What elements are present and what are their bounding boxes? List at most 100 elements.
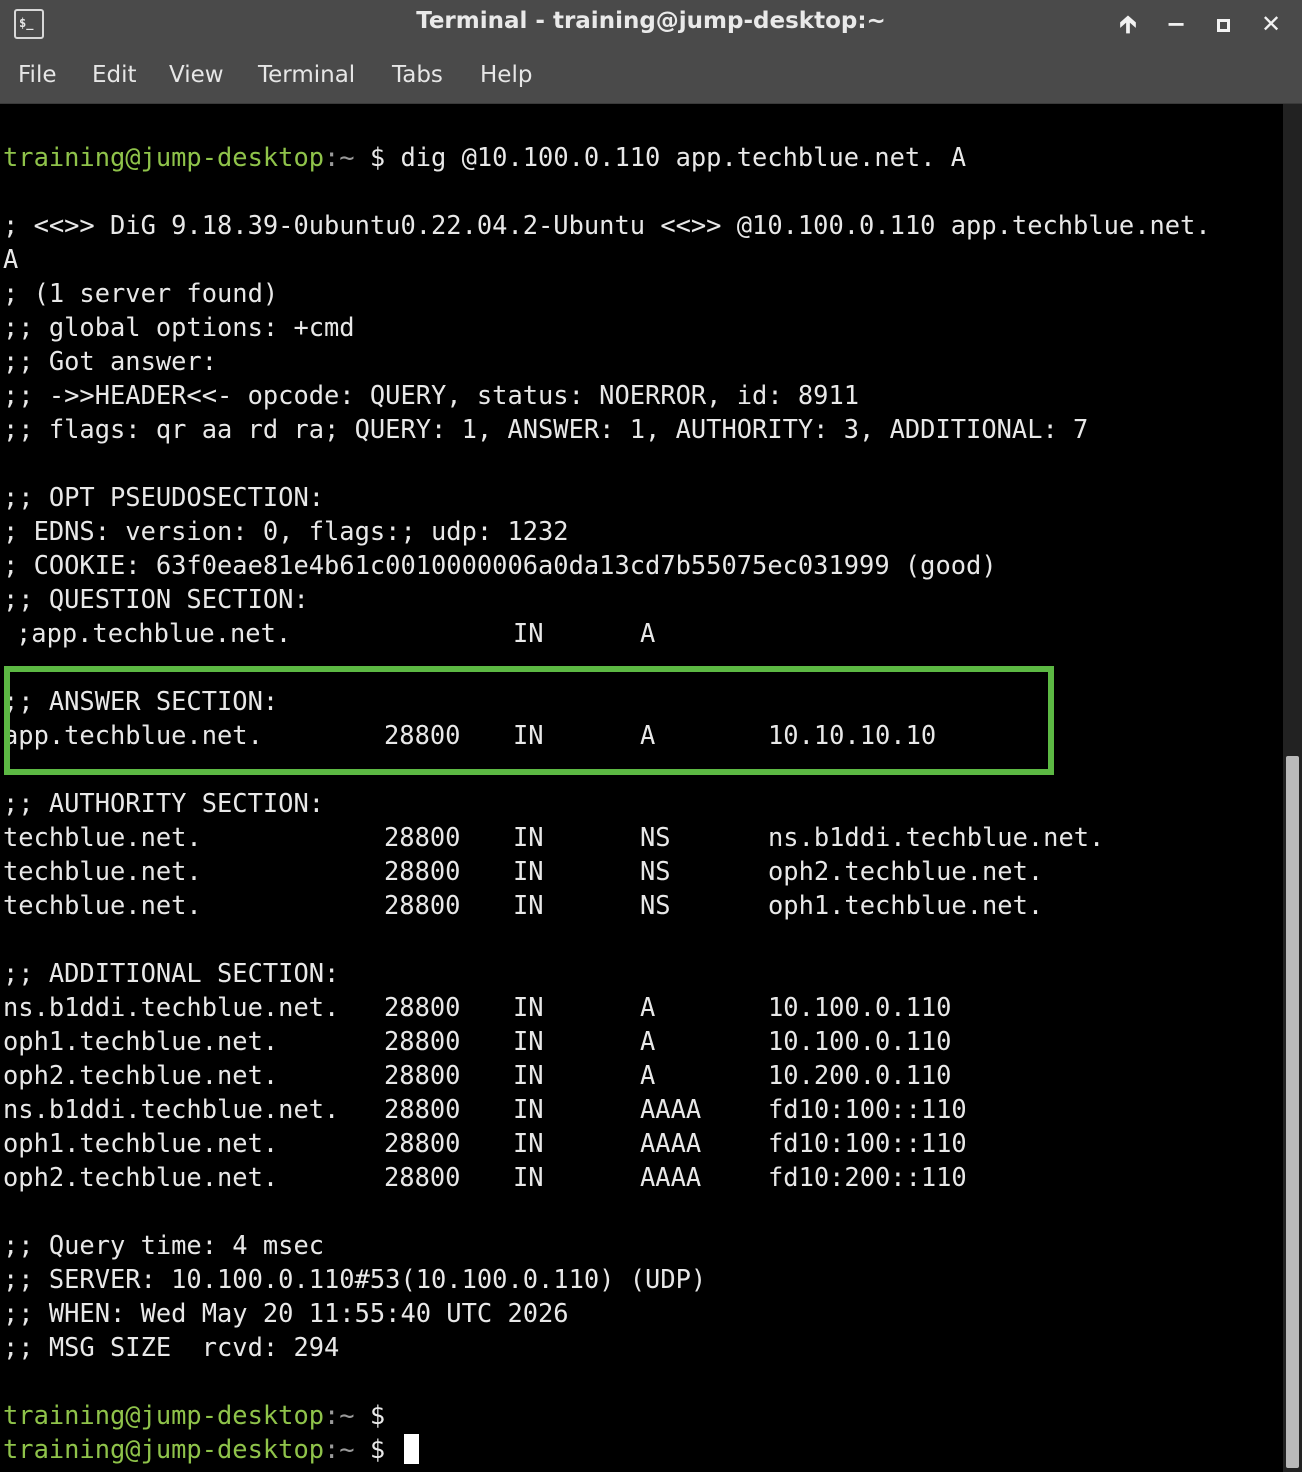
answer-highlight-box	[4, 666, 1054, 775]
record-class: IN	[513, 890, 544, 920]
authority-record: techblue.net. 28800 IN NS oph2.techblue.…	[3, 854, 1203, 888]
record-class: IN	[513, 822, 544, 852]
record-name: ns.b1ddi.techblue.net.	[3, 992, 340, 1022]
additional-record: ns.b1ddi.techblue.net. 28800 IN A 10.100…	[3, 990, 1203, 1024]
opt-section-header: ;; OPT PSEUDOSECTION:	[3, 482, 325, 512]
minimize-icon[interactable]: −	[1158, 6, 1194, 42]
flags-line: ;; flags: qr aa rd ra; QUERY: 1, ANSWER:…	[3, 414, 1089, 444]
title-bar: $_ Terminal - training@jump-desktop:~ 🡱 …	[0, 0, 1302, 50]
record-class: IN	[513, 1026, 544, 1056]
menu-help[interactable]: Help	[480, 62, 532, 88]
record-data: 10.100.0.110	[768, 992, 952, 1022]
prompt-user: training@jump-desktop	[3, 1400, 325, 1430]
command-text: dig @10.100.0.110 app.techblue.net. A	[400, 142, 967, 172]
record-name: oph1.techblue.net.	[3, 1128, 279, 1158]
record-ttl: 28800	[384, 822, 461, 852]
question-section-header: ;; QUESTION SECTION:	[3, 584, 309, 614]
record-name: oph2.techblue.net.	[3, 1162, 279, 1192]
record-data: 10.200.0.110	[768, 1060, 952, 1090]
record-name: ;app.techblue.net.	[16, 618, 292, 648]
record-ttl: 28800	[384, 1094, 461, 1124]
record-class: IN	[513, 1060, 544, 1090]
record-data: fd10:100::110	[768, 1128, 967, 1158]
prompt-symbol: $	[354, 1400, 401, 1430]
record-name: oph1.techblue.net.	[3, 1026, 279, 1056]
record-class: IN	[513, 856, 544, 886]
record-class: IN	[513, 992, 544, 1022]
menu-edit[interactable]: Edit	[92, 62, 137, 88]
additional-section-header: ;; ADDITIONAL SECTION:	[3, 958, 340, 988]
record-ttl: 28800	[384, 1128, 461, 1158]
prompt-cwd: :~	[324, 142, 355, 172]
record-data: fd10:100::110	[768, 1094, 967, 1124]
prompt-symbol: $	[354, 142, 401, 172]
record-ttl: 28800	[384, 1162, 461, 1192]
edns-line: ; EDNS: version: 0, flags:; udp: 1232	[3, 516, 569, 546]
authority-record: techblue.net. 28800 IN NS oph1.techblue.…	[3, 888, 1203, 922]
prompt-user: training@jump-desktop	[3, 142, 325, 172]
window-title: Terminal - training@jump-desktop:~	[416, 8, 886, 34]
record-type: AAAA	[640, 1128, 702, 1158]
got-answer-line: ;; Got answer:	[3, 346, 218, 376]
record-data: fd10:200::110	[768, 1162, 967, 1192]
record-ttl: 28800	[384, 992, 461, 1022]
close-icon[interactable]: ✕	[1253, 6, 1289, 42]
record-data: 10.100.0.110	[768, 1026, 952, 1056]
additional-record: oph2.techblue.net. 28800 IN AAAA fd10:20…	[3, 1160, 1203, 1194]
active-prompt-line[interactable]: training@jump-desktop:~ $	[3, 1432, 420, 1466]
question-record: ;app.techblue.net. IN A	[3, 616, 1203, 650]
additional-record: ns.b1ddi.techblue.net. 28800 IN AAAA fd1…	[3, 1092, 1203, 1126]
record-class: IN	[513, 618, 544, 648]
authority-section-header: ;; AUTHORITY SECTION:	[3, 788, 325, 818]
global-options-line: ;; global options: +cmd	[3, 312, 355, 342]
prompt-symbol: $	[354, 1434, 401, 1464]
record-type: AAAA	[640, 1162, 702, 1192]
up-arrow-icon[interactable]: 🡱	[1110, 6, 1146, 42]
record-ttl: 28800	[384, 856, 461, 886]
msg-size-line: ;; MSG SIZE rcvd: 294	[3, 1332, 340, 1362]
record-name: techblue.net.	[3, 890, 202, 920]
scrollbar[interactable]	[1283, 104, 1302, 1472]
record-type: NS	[640, 822, 671, 852]
terminal-output[interactable]: training@jump-desktop:~ $ dig @10.100.0.…	[0, 104, 1283, 1472]
prompt-user: training@jump-desktop	[3, 1434, 325, 1464]
text-cursor	[404, 1434, 420, 1464]
record-ttl: 28800	[384, 890, 461, 920]
record-ttl: 28800	[384, 1026, 461, 1056]
menu-bar: File Edit View Terminal Tabs Help	[0, 50, 1302, 104]
menu-view[interactable]: View	[169, 62, 224, 88]
record-type: A	[640, 1060, 656, 1090]
prompt-cwd: :~	[324, 1434, 355, 1464]
banner-line: ; <<>> DiG 9.18.39-0ubuntu0.22.04.2-Ubun…	[3, 210, 1211, 240]
query-time-line: ;; Query time: 4 msec	[3, 1230, 325, 1260]
record-class: IN	[513, 1094, 544, 1124]
menu-terminal[interactable]: Terminal	[258, 62, 355, 88]
record-type: AAAA	[640, 1094, 702, 1124]
servers-line: ; (1 server found)	[3, 278, 279, 308]
record-class: IN	[513, 1128, 544, 1158]
menu-file[interactable]: File	[18, 62, 57, 88]
record-type: A	[640, 992, 656, 1022]
scrollbar-thumb[interactable]	[1286, 756, 1299, 1468]
menu-tabs[interactable]: Tabs	[392, 62, 443, 88]
server-line: ;; SERVER: 10.100.0.110#53(10.100.0.110)…	[3, 1264, 707, 1294]
record-name: techblue.net.	[3, 856, 202, 886]
cookie-line: ; COOKIE: 63f0eae81e4b61c0010000006a0da1…	[3, 550, 997, 580]
record-data: oph2.techblue.net.	[768, 856, 1044, 886]
record-type: A	[640, 618, 656, 648]
prompt-line: training@jump-desktop:~ $	[3, 1398, 400, 1432]
record-type: NS	[640, 856, 671, 886]
record-name: oph2.techblue.net.	[3, 1060, 279, 1090]
authority-record: techblue.net. 28800 IN NS ns.b1ddi.techb…	[3, 820, 1203, 854]
prompt-cwd: :~	[324, 1400, 355, 1430]
additional-record: oph1.techblue.net. 28800 IN A 10.100.0.1…	[3, 1024, 1203, 1058]
maximize-icon[interactable]	[1205, 6, 1241, 42]
additional-record: oph2.techblue.net. 28800 IN A 10.200.0.1…	[3, 1058, 1203, 1092]
record-data: ns.b1ddi.techblue.net.	[768, 822, 1105, 852]
record-data: oph1.techblue.net.	[768, 890, 1044, 920]
record-ttl: 28800	[384, 1060, 461, 1090]
header-line: ;; ->>HEADER<<- opcode: QUERY, status: N…	[3, 380, 860, 410]
record-name: ns.b1ddi.techblue.net.	[3, 1094, 340, 1124]
record-class: IN	[513, 1162, 544, 1192]
when-line: ;; WHEN: Wed May 20 11:55:40 UTC 2026	[3, 1298, 569, 1328]
